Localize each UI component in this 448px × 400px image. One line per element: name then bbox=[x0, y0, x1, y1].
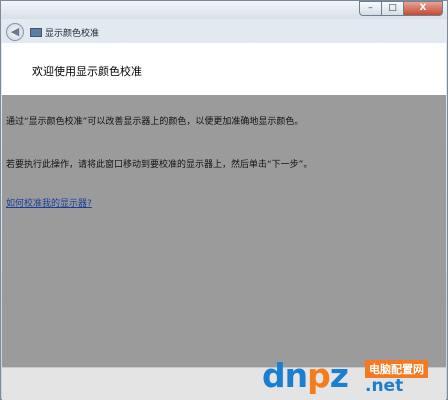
instruction-text: 若要执行此操作，请将此窗口移动到要校准的显示器上，然后单击“下一步”。 bbox=[6, 160, 313, 170]
title-bar[interactable]: – □ X bbox=[1, 1, 447, 19]
window-controls: – □ X bbox=[359, 1, 443, 17]
close-button[interactable]: X bbox=[403, 1, 443, 16]
intro-text: 通过“显示颜色校准”可以改善显示器上的颜色，以便更加准确地显示颜色。 bbox=[6, 117, 304, 127]
display-icon bbox=[30, 28, 42, 37]
minimize-button[interactable]: – bbox=[359, 1, 381, 16]
logo-text-dn: dn bbox=[262, 356, 308, 395]
nav-bar: ◀ 显示颜色校准 bbox=[1, 19, 447, 45]
help-link[interactable]: 如何校准我的显示器? bbox=[6, 196, 92, 209]
watermark-domain: .net bbox=[365, 376, 404, 396]
wizard-header: 欢迎使用显示颜色校准 bbox=[2, 43, 446, 95]
back-arrow-icon: ◀ bbox=[10, 25, 20, 38]
wizard-content: 欢迎使用显示颜色校准 通过“显示颜色校准”可以改善显示器上的颜色，以便更加准确地… bbox=[2, 43, 446, 367]
watermark-logo: dnpz bbox=[262, 356, 349, 396]
site-watermark: dnpz 电脑配置网 .net bbox=[262, 354, 446, 398]
maximize-button[interactable]: □ bbox=[381, 1, 403, 16]
calibration-window: – □ X ◀ 显示颜色校准 欢迎使用显示颜色校准 通过“显示颜色校准”可以改善… bbox=[0, 0, 448, 400]
back-button[interactable]: ◀ bbox=[6, 23, 24, 41]
logo-text-p: p bbox=[307, 356, 331, 395]
logo-text-z: z bbox=[329, 356, 349, 395]
window-title: 显示颜色校准 bbox=[45, 29, 100, 39]
page-title: 欢迎使用显示颜色校准 bbox=[32, 65, 142, 78]
